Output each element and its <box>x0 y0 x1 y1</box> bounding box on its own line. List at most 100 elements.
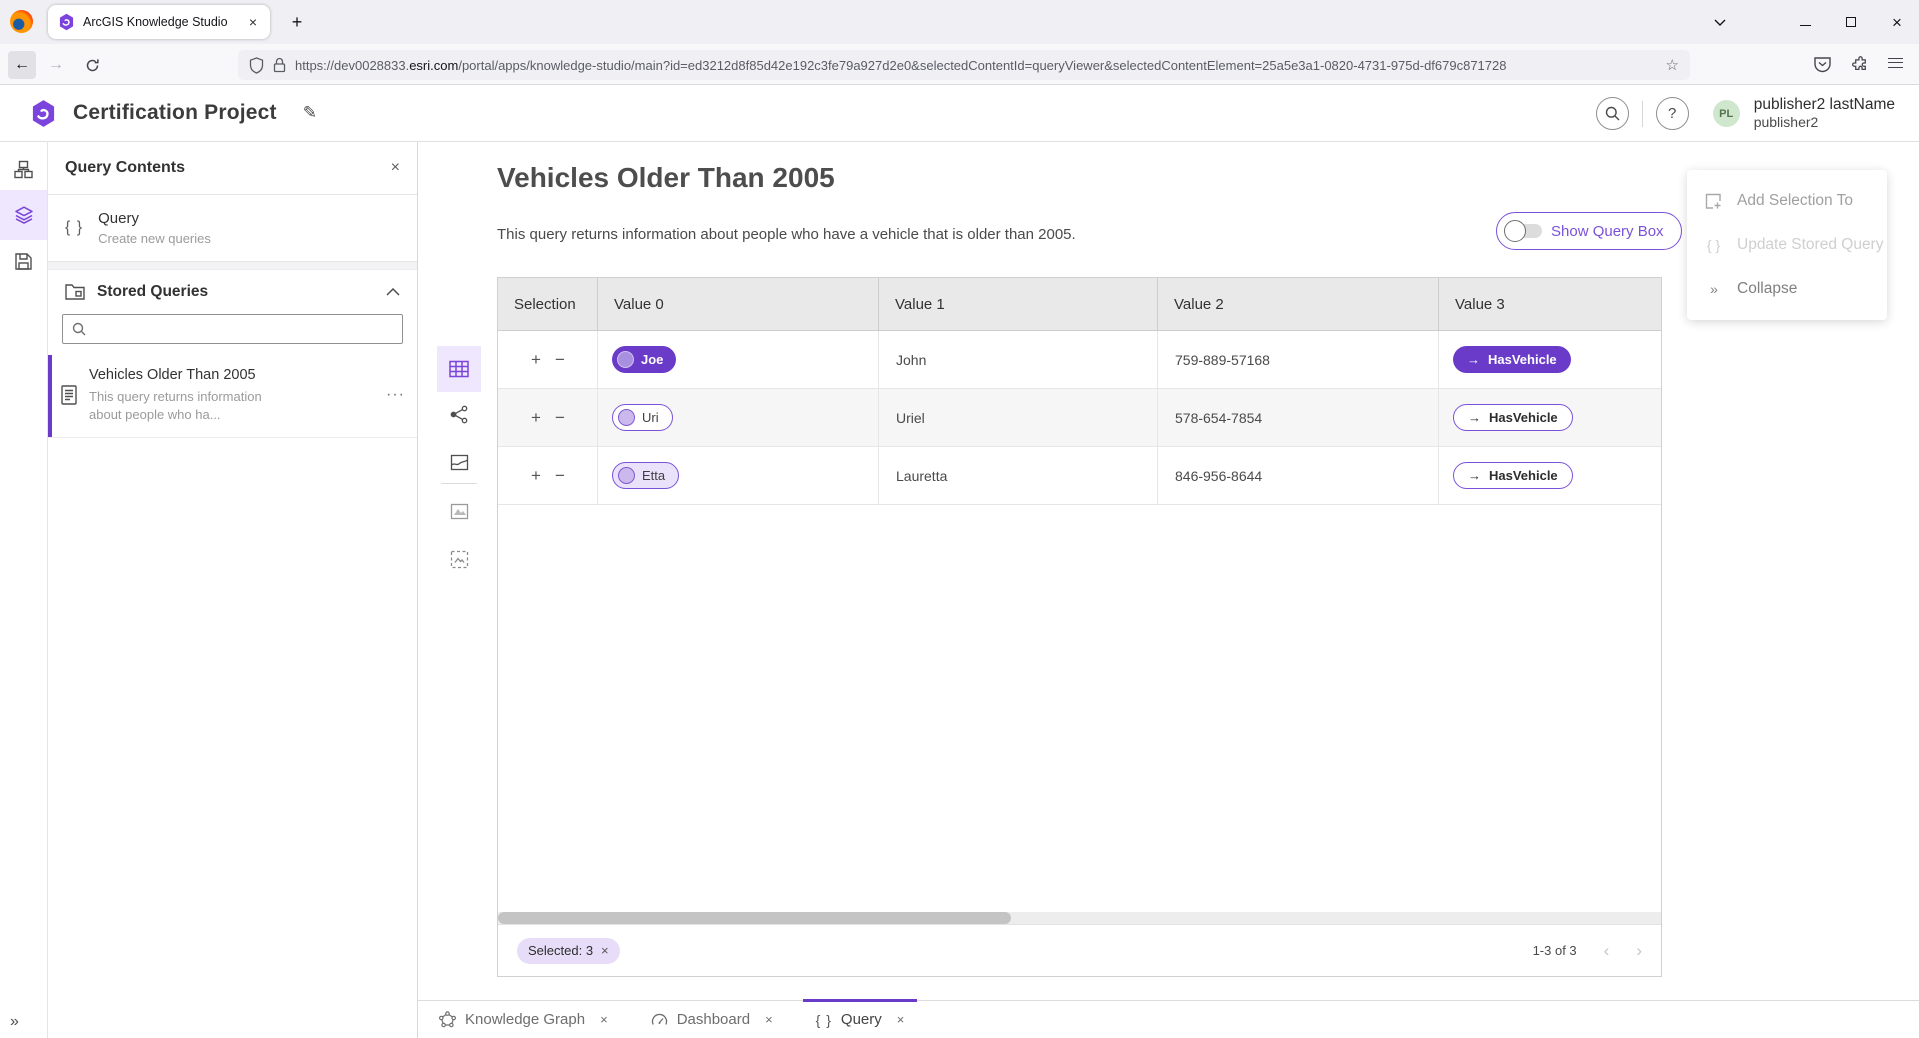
menu-item-update-stored-query: { } Update Stored Query <box>1687 223 1887 267</box>
scrollbar-thumb[interactable] <box>498 912 1011 924</box>
table-row[interactable]: + − Etta Lauretta 846-956-8644 → HasVehi… <box>498 447 1661 505</box>
hamburger-menu-icon[interactable] <box>1888 58 1903 71</box>
table-cell: 846-956-8644 <box>1158 447 1439 504</box>
app-logo-icon <box>30 99 57 128</box>
hierarchy-icon <box>14 160 33 179</box>
chevron-up-icon[interactable] <box>386 288 400 296</box>
query-contents-panel: Query Contents × { } Query Create new qu… <box>48 142 418 1038</box>
dashboard-gauge-icon <box>651 1011 668 1028</box>
table-cell: 759-889-57168 <box>1158 331 1439 388</box>
edit-title-icon[interactable]: ✎ <box>303 103 317 123</box>
back-button[interactable]: ← <box>8 51 36 79</box>
add-to-selection-button[interactable]: + <box>531 409 541 426</box>
new-map-view-button[interactable] <box>437 488 481 534</box>
add-to-selection-button[interactable]: + <box>531 467 541 484</box>
entity-pill[interactable]: Joe <box>612 346 676 373</box>
app-favicon-icon <box>58 13 75 31</box>
tab-query[interactable]: { } Query × <box>803 1001 918 1038</box>
left-rail <box>0 142 48 1038</box>
map-icon <box>450 453 469 472</box>
lock-icon[interactable] <box>273 57 286 73</box>
table-view-button[interactable] <box>437 346 481 392</box>
map-view-button[interactable] <box>437 439 481 485</box>
new-query-item[interactable]: { } Query Create new queries <box>48 195 417 262</box>
toggle-switch[interactable] <box>1506 222 1542 240</box>
menu-item-add-selection-to[interactable]: Add Selection To <box>1687 179 1887 223</box>
browser-tab[interactable]: ArcGIS Knowledge Studio × <box>48 5 270 39</box>
previous-page-button[interactable]: ‹ <box>1604 942 1610 959</box>
close-tab-icon[interactable]: × <box>897 1012 905 1027</box>
window-minimize-button[interactable] <box>1787 0 1823 44</box>
new-tab-button[interactable]: + <box>283 8 311 36</box>
query-description: This query returns information about peo… <box>497 226 1076 243</box>
selection-view-button[interactable] <box>437 536 481 582</box>
remove-from-selection-button[interactable]: − <box>555 467 565 484</box>
remove-from-selection-button[interactable]: − <box>555 409 565 426</box>
tab-dashboard[interactable]: Dashboard × <box>638 1001 786 1038</box>
help-button[interactable]: ? <box>1656 97 1689 130</box>
url-bar[interactable]: https://dev0028833.esri.com/portal/apps/… <box>238 50 1690 80</box>
close-tab-icon[interactable]: × <box>600 1012 608 1027</box>
stored-queries-search-input[interactable] <box>94 322 393 337</box>
rail-item-contents[interactable] <box>0 190 47 240</box>
panel-close-icon[interactable]: × <box>391 160 400 176</box>
stored-queries-header[interactable]: Stored Queries <box>48 270 417 313</box>
tab-close-icon[interactable]: × <box>243 12 263 32</box>
expand-rail-button[interactable]: » <box>10 1013 18 1031</box>
firefox-logo-icon[interactable] <box>10 10 33 33</box>
save-icon <box>14 252 33 271</box>
close-tab-icon[interactable]: × <box>765 1012 773 1027</box>
url-text: https://dev0028833.esri.com/portal/apps/… <box>295 58 1657 73</box>
pocket-icon[interactable] <box>1813 56 1832 73</box>
column-header: Value 1 <box>879 278 1158 330</box>
window-close-button[interactable]: × <box>1879 0 1915 44</box>
double-chevron-icon: » <box>1704 281 1723 297</box>
search-button[interactable] <box>1596 97 1629 130</box>
stored-query-item[interactable]: Vehicles Older Than 2005 This query retu… <box>48 355 417 438</box>
bookmark-star-icon[interactable]: ☆ <box>1666 56 1679 74</box>
add-selection-icon <box>1704 192 1723 211</box>
menu-item-collapse[interactable]: » Collapse <box>1687 267 1887 311</box>
user-avatar[interactable]: PL <box>1713 100 1740 127</box>
header-divider <box>1642 101 1643 127</box>
rail-item-saved[interactable] <box>0 236 47 286</box>
column-header: Value 2 <box>1158 278 1439 330</box>
extensions-icon[interactable] <box>1852 56 1869 73</box>
entity-pill[interactable]: Etta <box>612 462 679 489</box>
selection-area-icon <box>450 550 469 569</box>
link-chart-view-button[interactable] <box>437 391 481 437</box>
show-query-box-toggle[interactable]: Show Query Box <box>1496 212 1682 250</box>
add-to-selection-button[interactable]: + <box>531 351 541 368</box>
entity-pill[interactable]: Uri <box>612 404 673 431</box>
panel-title: Query Contents <box>65 159 391 177</box>
clear-selection-icon[interactable]: × <box>601 943 609 958</box>
reload-button[interactable] <box>78 51 106 79</box>
remove-from-selection-button[interactable]: − <box>555 351 565 368</box>
tab-knowledge-graph[interactable]: Knowledge Graph × <box>426 1001 621 1038</box>
table-row[interactable]: + − Uri Uriel 578-654-7854 → HasVehicle <box>498 389 1661 447</box>
user-name[interactable]: publisher2 lastName publisher2 <box>1754 96 1895 132</box>
tracking-shield-icon[interactable] <box>249 57 264 74</box>
relationship-pill[interactable]: → HasVehicle <box>1453 404 1573 431</box>
layers-icon <box>14 205 34 225</box>
braces-icon: { } <box>816 1012 832 1028</box>
relationship-pill[interactable]: → HasVehicle <box>1453 462 1573 489</box>
column-header: Value 3 <box>1439 278 1661 330</box>
query-title: Vehicles Older Than 2005 <box>497 162 835 194</box>
selected-count-chip[interactable]: Selected: 3 × <box>517 938 620 964</box>
stored-query-title: Vehicles Older Than 2005 <box>89 367 295 383</box>
stored-queries-title: Stored Queries <box>97 283 374 301</box>
tab-list-chevron-icon[interactable] <box>1702 0 1738 44</box>
more-options-icon[interactable]: ··· <box>386 386 405 404</box>
window-restore-button[interactable] <box>1833 0 1869 44</box>
stored-queries-search[interactable] <box>62 314 403 344</box>
stored-query-description: This query returns information about peo… <box>89 388 295 423</box>
search-icon <box>1605 106 1620 121</box>
folder-icon <box>65 283 85 301</box>
rail-item-data-model[interactable] <box>0 144 47 194</box>
forward-button[interactable]: → <box>42 51 70 79</box>
relationship-pill[interactable]: → HasVehicle <box>1453 346 1571 373</box>
table-row[interactable]: + − Joe John 759-889-57168 → HasVehicle <box>498 331 1661 389</box>
next-page-button[interactable]: › <box>1636 942 1642 959</box>
horizontal-scrollbar[interactable] <box>498 912 1661 924</box>
